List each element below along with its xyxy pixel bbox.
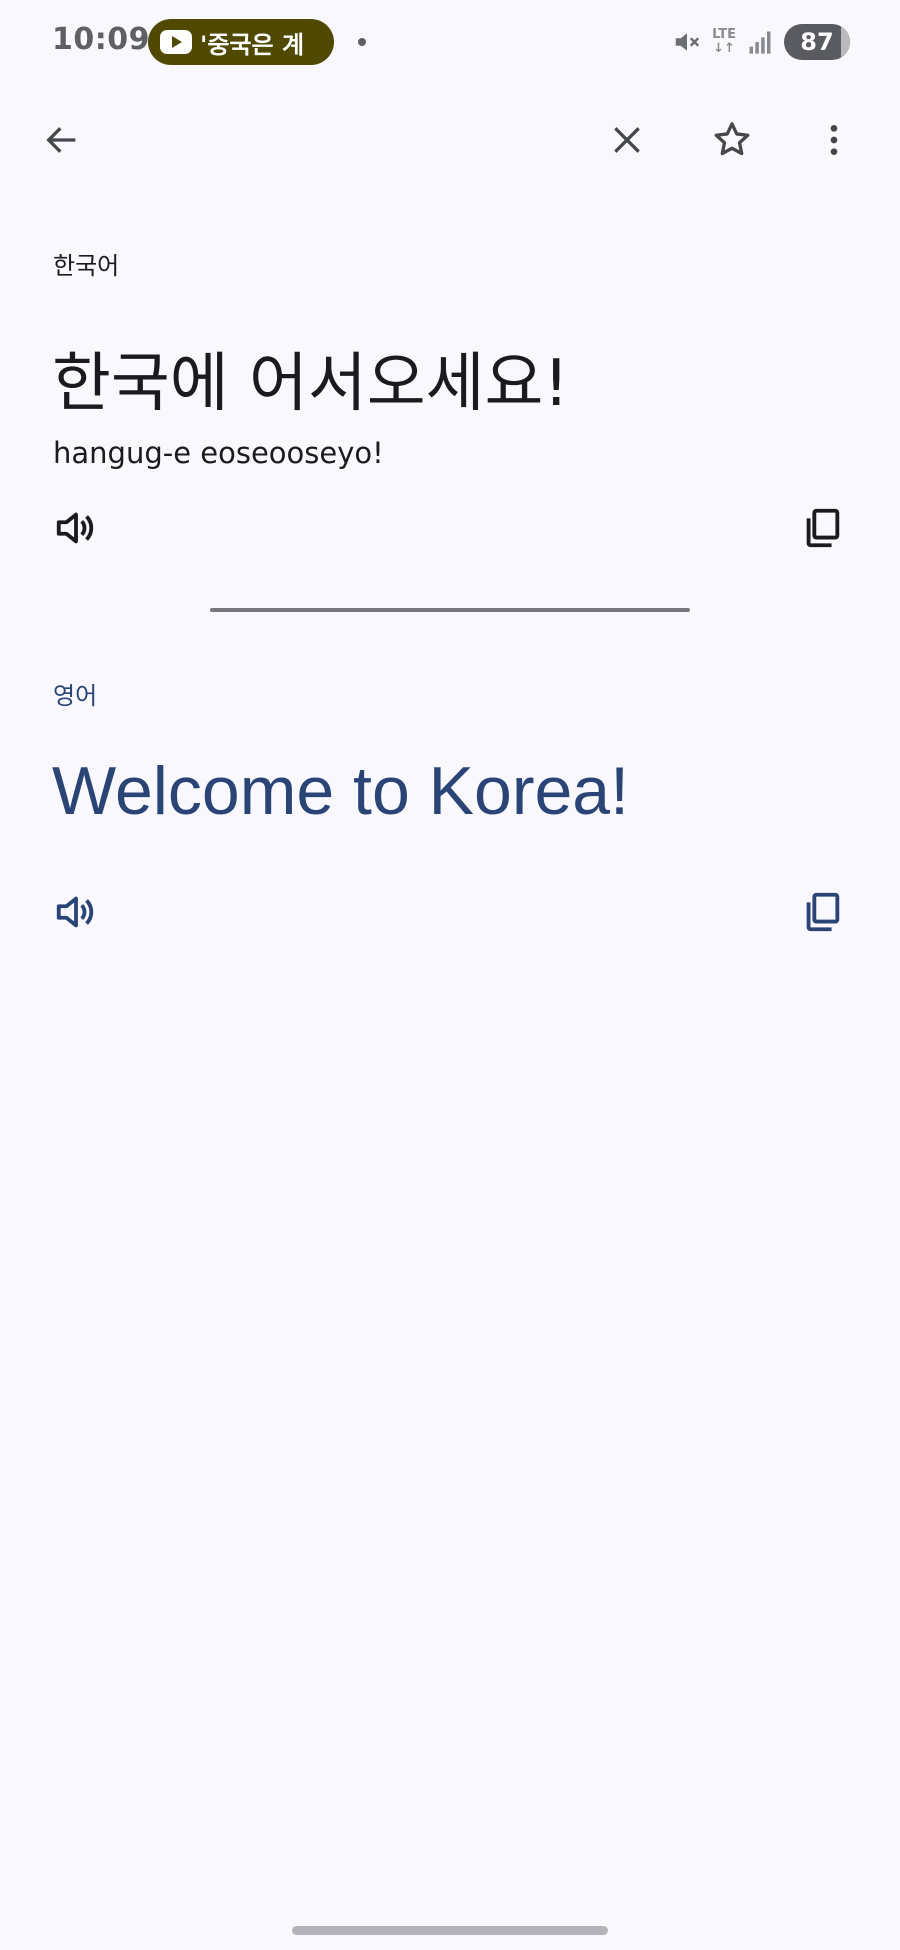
target-listen-button[interactable] <box>48 884 104 940</box>
status-time: 10:09 <box>52 22 150 57</box>
clear-button[interactable] <box>595 108 659 172</box>
target-copy-button[interactable] <box>794 884 850 940</box>
source-listen-button[interactable] <box>48 500 104 556</box>
target-language-label: 영어 <box>53 682 98 710</box>
more-vert-icon <box>830 125 838 155</box>
top-app-bar <box>0 96 900 184</box>
source-language-label: 한국어 <box>53 252 120 280</box>
home-indicator[interactable] <box>292 1926 608 1935</box>
lte-icon: LTE ↓↑ <box>712 27 736 56</box>
source-copy-button[interactable] <box>794 500 850 556</box>
media-notification-pill[interactable]: '중국은 계 <box>148 19 334 65</box>
translated-text: Welcome to Korea! <box>52 753 630 829</box>
status-bar: 10:09 '중국은 계 LTE ↓↑ 87 <box>0 0 900 84</box>
signal-icon <box>749 31 771 54</box>
battery-level: 87 <box>800 28 834 56</box>
save-favorite-button[interactable] <box>700 108 764 172</box>
more-options-button[interactable] <box>802 108 866 172</box>
system-icons: LTE ↓↑ 87 <box>672 24 850 60</box>
star-outline-icon <box>714 122 750 156</box>
battery-icon: 87 <box>784 24 850 60</box>
copy-icon <box>806 892 840 932</box>
close-icon <box>614 127 640 153</box>
notification-dot-icon <box>358 38 366 46</box>
network-label: LTE <box>712 27 736 42</box>
arrow-back-icon <box>46 127 76 153</box>
media-title: '중국은 계 <box>200 30 305 59</box>
youtube-icon <box>160 30 192 54</box>
copy-icon <box>806 508 840 548</box>
transliteration-text: hangug-e eoseooseyo! <box>53 436 384 470</box>
section-divider <box>210 608 690 612</box>
speaker-icon <box>56 512 94 544</box>
source-text: 한국에 어서오세요! <box>52 347 570 421</box>
speaker-icon <box>56 896 94 928</box>
mute-icon <box>675 33 700 51</box>
back-button[interactable] <box>30 108 94 172</box>
